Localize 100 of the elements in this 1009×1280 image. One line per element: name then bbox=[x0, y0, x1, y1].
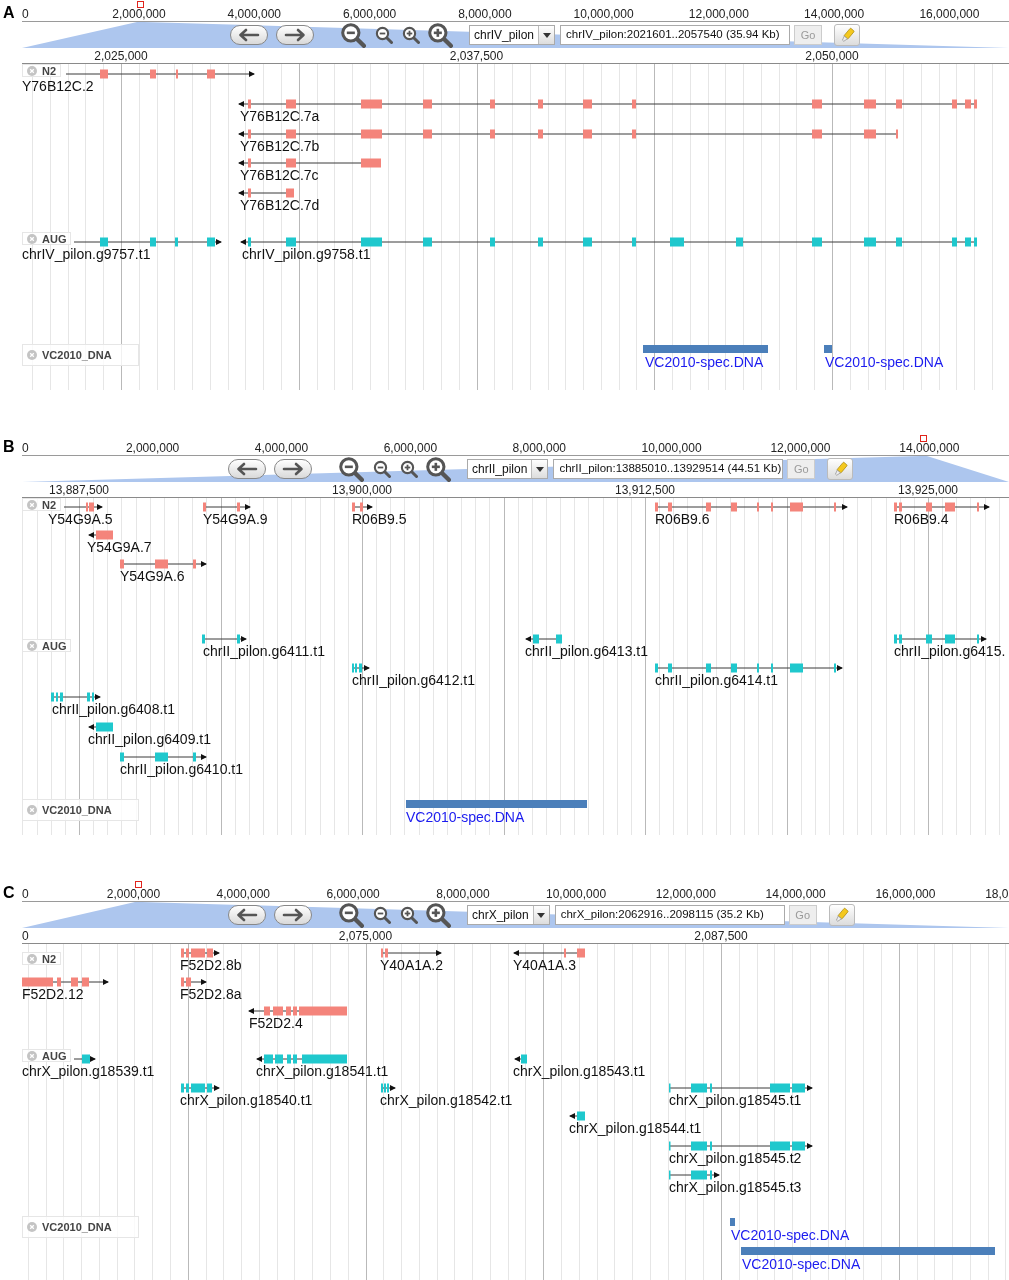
transcript-label: chrX_pilon.g18545.t1 bbox=[669, 1092, 802, 1108]
scale-label: 2,000,000 bbox=[125, 442, 180, 455]
transcript-label: Y76B12C.7b bbox=[240, 138, 320, 154]
transcript-label: chrX_pilon.g18543.t1 bbox=[513, 1063, 646, 1079]
transcript-label: chrX_pilon.g18545.t2 bbox=[669, 1150, 802, 1166]
region-label: VC2010-spec.DNA bbox=[825, 354, 944, 370]
scale-label: 2,037,500 bbox=[449, 49, 504, 63]
transcript-label: chrX_pilon.g18542.t1 bbox=[380, 1092, 513, 1108]
scale-label: 10,000,000 bbox=[641, 442, 702, 455]
scale-label: 12,000,000 bbox=[770, 442, 831, 455]
scale-label: 14,000,000 bbox=[899, 442, 960, 455]
pan-right-button[interactable] bbox=[276, 25, 314, 45]
transcript-label: chrIV_pilon.g9757.t1 bbox=[22, 246, 151, 262]
transcript-label: chrII_pilon.g6408.t1 bbox=[52, 701, 175, 717]
scale-label: 6,000,000 bbox=[383, 442, 438, 455]
scale-label: 4,000,000 bbox=[227, 8, 281, 21]
transcript-label: chrX_pilon.g18539.t1 bbox=[22, 1063, 155, 1079]
track-name: N2 bbox=[42, 498, 57, 511]
left-arrow-icon bbox=[235, 908, 259, 922]
pan-left-button[interactable] bbox=[228, 905, 266, 925]
scale-label: 10,000,000 bbox=[546, 888, 607, 901]
region-label: VC2010-spec.DNA bbox=[406, 809, 525, 825]
scale-label: 14,000,000 bbox=[765, 888, 826, 901]
transcript-label: chrII_pilon.g6411.t1 bbox=[203, 643, 325, 659]
track-name: VC2010_DNA bbox=[42, 349, 112, 361]
transcript-label: chrII_pilon.g6414.t1 bbox=[655, 672, 778, 688]
transcript-label: F52D2.12 bbox=[22, 986, 84, 1002]
zoom-in-button[interactable] bbox=[425, 456, 451, 482]
zoom-out-button[interactable] bbox=[338, 456, 364, 482]
zoom-out-button[interactable] bbox=[375, 26, 393, 44]
transcript-label: R06B9.6 bbox=[655, 511, 710, 527]
right-arrow-icon bbox=[281, 908, 305, 922]
pan-left-button[interactable] bbox=[230, 25, 268, 45]
scale-label: 13,925,000 bbox=[897, 483, 959, 497]
transcript-label: R06B9.5 bbox=[352, 511, 407, 527]
location-marker bbox=[137, 1, 144, 8]
panel-letter: C bbox=[3, 885, 16, 901]
scale-label: 2,050,000 bbox=[805, 49, 859, 63]
zoom-in-button[interactable] bbox=[427, 22, 453, 48]
location-field[interactable]: chrIV_pilon:2021601..2057540 (35.94 Kb) bbox=[560, 25, 791, 45]
pan-right-button[interactable] bbox=[274, 905, 312, 925]
location-field[interactable]: chrII_pilon:13885010..13929514 (44.51 Kb) bbox=[553, 459, 784, 479]
scale-label: 0 bbox=[22, 929, 29, 943]
zoom-in-button[interactable] bbox=[400, 906, 418, 924]
transcript-label: Y76B12C.7a bbox=[240, 108, 320, 124]
location-marker bbox=[920, 435, 927, 442]
transcript-label: Y76B12C.7c bbox=[240, 167, 319, 183]
right-arrow-icon bbox=[283, 28, 307, 42]
pan-left-button[interactable] bbox=[228, 459, 266, 479]
scale-label: 16,000,000 bbox=[919, 8, 980, 21]
scale-label: 2,000,000 bbox=[112, 8, 166, 21]
zoom-out-button[interactable] bbox=[340, 22, 366, 48]
left-arrow-icon bbox=[235, 462, 259, 476]
region-label: VC2010-spec.DNA bbox=[742, 1256, 861, 1272]
scale-label: 14,000,000 bbox=[804, 8, 865, 21]
region-label: VC2010-spec.DNA bbox=[645, 354, 764, 370]
location-field[interactable]: chrX_pilon:2062916..2098115 (35.2 Kb) bbox=[554, 905, 785, 925]
scale-label: 13,900,000 bbox=[331, 483, 393, 497]
transcript-label: F52D2.8b bbox=[180, 957, 242, 973]
scale-label: 18,0 bbox=[985, 888, 1009, 901]
zoom-out-button[interactable] bbox=[373, 906, 391, 924]
transcript-label: F52D2.4 bbox=[249, 1015, 303, 1031]
transcript-label: Y76B12C.2 bbox=[22, 78, 94, 94]
scale-label: 0 bbox=[22, 442, 29, 455]
transcript-label: Y40A1A.3 bbox=[513, 957, 577, 973]
track-name: AUG bbox=[42, 1049, 67, 1062]
zoom-in-button[interactable] bbox=[400, 460, 418, 478]
transcript-label: chrII_pilon.g6410.t1 bbox=[120, 761, 243, 777]
transcript-label: F52D2.8a bbox=[180, 986, 242, 1002]
zoom-out-icon bbox=[373, 906, 391, 924]
pan-right-button[interactable] bbox=[274, 459, 312, 479]
scale-label: 6,000,000 bbox=[326, 888, 380, 901]
scale-label: 4,000,000 bbox=[216, 888, 270, 901]
transcript-label: chrX_pilon.g18540.t1 bbox=[180, 1092, 313, 1108]
caret-icon bbox=[535, 466, 544, 472]
zoom-in-button[interactable] bbox=[402, 26, 420, 44]
zoom-in-button[interactable] bbox=[425, 902, 451, 928]
zoom-out-icon bbox=[373, 460, 391, 478]
chromosome-dropdown[interactable]: chrII_pilon bbox=[467, 459, 549, 479]
location-marker bbox=[135, 881, 142, 888]
zoom-out-button[interactable] bbox=[373, 460, 391, 478]
chromosome-dropdown[interactable]: chrIV_pilon bbox=[469, 25, 556, 45]
scale-label: 16,000,000 bbox=[875, 888, 936, 901]
scale-label: 8,000,000 bbox=[458, 8, 512, 21]
panel-letter: B bbox=[3, 439, 16, 455]
transcript-label: Y54G9A.5 bbox=[48, 511, 113, 527]
region-label: VC2010-spec.DNA bbox=[731, 1227, 850, 1243]
chromosome-dropdown[interactable]: chrX_pilon bbox=[467, 905, 550, 925]
track-name: AUG bbox=[42, 639, 67, 652]
zoom-out-button[interactable] bbox=[338, 902, 364, 928]
left-arrow-icon bbox=[237, 28, 261, 42]
track-name: AUG bbox=[42, 232, 67, 245]
scale-label: 13,912,500 bbox=[614, 483, 676, 497]
scale-label: 0 bbox=[22, 888, 29, 901]
zoom-in-icon bbox=[400, 460, 418, 478]
transcript-label: Y54G9A.6 bbox=[120, 568, 185, 584]
transcript-label: chrX_pilon.g18541.t1 bbox=[256, 1063, 389, 1079]
transcript-label: chrII_pilon.g6409.t1 bbox=[88, 731, 211, 747]
transcript-label: Y54G9A.9 bbox=[203, 511, 268, 527]
scale-label: 13,887,500 bbox=[48, 483, 110, 497]
